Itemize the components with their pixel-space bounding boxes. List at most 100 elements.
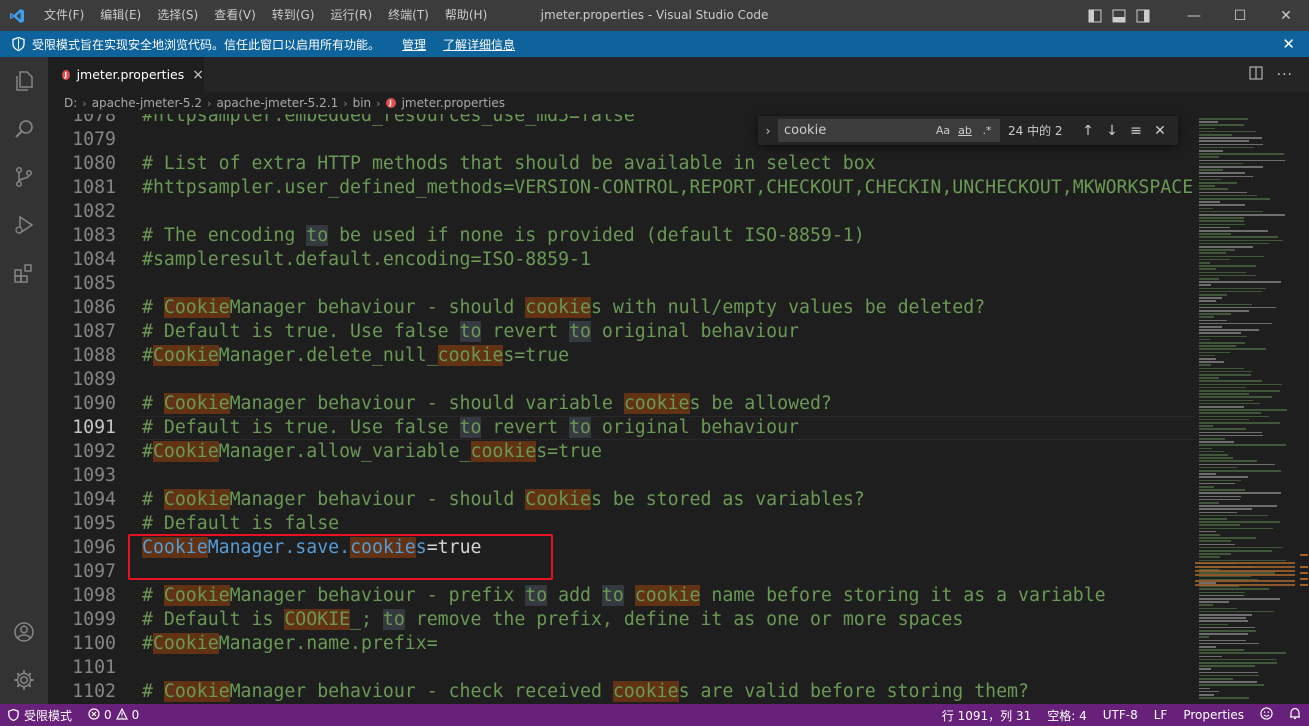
- source-control-icon[interactable]: [0, 153, 48, 201]
- code-line: 1081 #httpsampler.user_defined_methods=VE…: [48, 176, 1195, 200]
- match-case-button[interactable]: Aa: [934, 121, 952, 139]
- maximize-button[interactable]: ☐: [1217, 0, 1263, 31]
- line-number: 1093: [72, 465, 116, 486]
- toggle-sidebar-icon[interactable]: [1083, 0, 1107, 31]
- tab-close-icon[interactable]: ×: [192, 67, 204, 83]
- menu-item[interactable]: 文件(F): [36, 0, 92, 31]
- breadcrumb-item[interactable]: D:: [64, 96, 77, 110]
- minimap-line: [1199, 194, 1258, 197]
- toggle-replace-chevron-icon[interactable]: ›: [758, 124, 778, 138]
- breadcrumb-item[interactable]: apache-jmeter-5.2.1: [216, 96, 338, 110]
- breadcrumb-item[interactable]: bin: [353, 96, 372, 110]
- menu-item[interactable]: 编辑(E): [92, 0, 149, 31]
- minimap-line: [1199, 351, 1231, 354]
- language-mode[interactable]: Properties: [1175, 708, 1252, 722]
- vertical-scrollbar[interactable]: [1299, 114, 1309, 704]
- menu-item[interactable]: 选择(S): [149, 0, 206, 31]
- minimize-button[interactable]: —: [1171, 0, 1217, 31]
- minimap-line: [1199, 377, 1219, 379]
- minimap-line: [1199, 476, 1248, 478]
- minimap-line: [1199, 454, 1228, 456]
- learn-more-link[interactable]: 了解详细信息: [443, 36, 515, 53]
- regex-button[interactable]: .*: [978, 121, 996, 139]
- line-number: 1082: [72, 201, 116, 222]
- status-bar: 受限模式 0 0 行 1091，列 31 空格: 4 UTF-8 LF Prop…: [0, 704, 1309, 726]
- menu-item[interactable]: 转到(G): [264, 0, 323, 31]
- find-input[interactable]: cookie Aa ab .*: [778, 119, 1000, 142]
- previous-match-button[interactable]: ↑: [1076, 119, 1100, 143]
- minimap-line: [1199, 636, 1209, 638]
- minimap-line: [1199, 345, 1237, 347]
- file-encoding[interactable]: UTF-8: [1095, 708, 1146, 722]
- code-line: 1102 # CookieManager behaviour - check re…: [48, 680, 1195, 704]
- minimap-line: [1199, 150, 1224, 152]
- minimap-line: [1199, 604, 1214, 606]
- minimap-line: [1199, 530, 1216, 533]
- toggle-secondary-sidebar-icon[interactable]: [1131, 0, 1155, 31]
- cursor-position[interactable]: 行 1091，列 31: [934, 707, 1039, 724]
- chevron-right-icon: ›: [207, 96, 212, 110]
- breadcrumb-item[interactable]: apache-jmeter-5.2: [92, 96, 202, 110]
- menu-item[interactable]: 查看(V): [206, 0, 264, 31]
- restricted-mode-banner: 受限模式旨在实现安全地浏览代码。信任此窗口以启用所有功能。 管理 了解详细信息 …: [0, 31, 1309, 57]
- run-debug-icon[interactable]: [0, 201, 48, 249]
- next-match-button[interactable]: ↓: [1100, 119, 1124, 143]
- scrollbar-match-mark: [1300, 554, 1308, 556]
- manage-gear-icon[interactable]: [0, 656, 48, 704]
- code-editor[interactable]: 1078 #httpsampler.embedded_resources_use_…: [48, 114, 1195, 704]
- code-line: 1099 # Default is COOKIE_; to remove the …: [48, 608, 1195, 632]
- line-number: 1078: [72, 114, 116, 126]
- java-file-icon: J: [385, 98, 396, 108]
- menu-item[interactable]: 帮助(H): [437, 0, 495, 31]
- search-icon[interactable]: [0, 105, 48, 153]
- code-line: 1089: [48, 368, 1195, 392]
- shield-icon: [8, 709, 19, 721]
- restricted-mode-status[interactable]: 受限模式: [0, 704, 81, 726]
- tab-jmeter-properties[interactable]: J jmeter.properties ×: [48, 57, 204, 92]
- minimap-line: [1199, 546, 1283, 549]
- minimap-line: [1199, 284, 1211, 286]
- minimap-line: [1199, 383, 1282, 386]
- close-find-button[interactable]: ✕: [1148, 119, 1172, 143]
- manage-link[interactable]: 管理: [402, 36, 426, 53]
- minimap-line: [1199, 514, 1268, 517]
- scrollbar-match-mark: [1300, 578, 1308, 580]
- indentation[interactable]: 空格: 4: [1039, 707, 1095, 724]
- problems-status[interactable]: 0 0: [80, 707, 147, 723]
- minimap-line: [1199, 502, 1220, 504]
- whole-word-button[interactable]: ab: [956, 121, 974, 139]
- toggle-panel-icon[interactable]: [1107, 0, 1131, 31]
- editor-tabs-bar: J jmeter.properties × ···: [48, 57, 1309, 92]
- minimap-line: [1199, 374, 1252, 376]
- extensions-icon[interactable]: [0, 249, 48, 297]
- code-text: # Default is false: [142, 513, 340, 534]
- menu-item[interactable]: 运行(R): [322, 0, 380, 31]
- menu-item[interactable]: 终端(T): [380, 0, 437, 31]
- minimap-line: [1199, 313, 1232, 315]
- annotation-highlight-box: [128, 534, 553, 580]
- breadcrumb-item[interactable]: jmeter.properties: [402, 96, 505, 110]
- more-actions-icon[interactable]: ···: [1277, 67, 1293, 83]
- minimap-match: [1195, 570, 1295, 572]
- end-of-line[interactable]: LF: [1146, 708, 1176, 722]
- find-in-selection-button[interactable]: ≡: [1124, 119, 1148, 143]
- minimap-line: [1199, 630, 1256, 632]
- warning-count: 0: [131, 708, 140, 722]
- minimap[interactable]: [1195, 114, 1299, 704]
- minimap-line: [1199, 527, 1274, 530]
- minimap-line: [1199, 316, 1215, 318]
- vscode-logo-icon[interactable]: [0, 0, 34, 31]
- minimap-line: [1199, 188, 1229, 190]
- split-editor-icon[interactable]: [1249, 65, 1263, 84]
- minimap-line: [1199, 182, 1238, 184]
- minimap-line: [1199, 534, 1220, 536]
- explorer-icon[interactable]: [0, 57, 48, 105]
- minimap-line: [1199, 537, 1257, 539]
- accounts-icon[interactable]: [0, 608, 48, 656]
- close-window-button[interactable]: ✕: [1263, 0, 1309, 31]
- banner-close-icon[interactable]: ✕: [1282, 35, 1295, 53]
- feedback-icon[interactable]: [1252, 707, 1281, 723]
- minimap-line: [1199, 425, 1214, 427]
- line-number: 1095: [72, 513, 116, 534]
- notifications-bell-icon[interactable]: [1281, 707, 1309, 723]
